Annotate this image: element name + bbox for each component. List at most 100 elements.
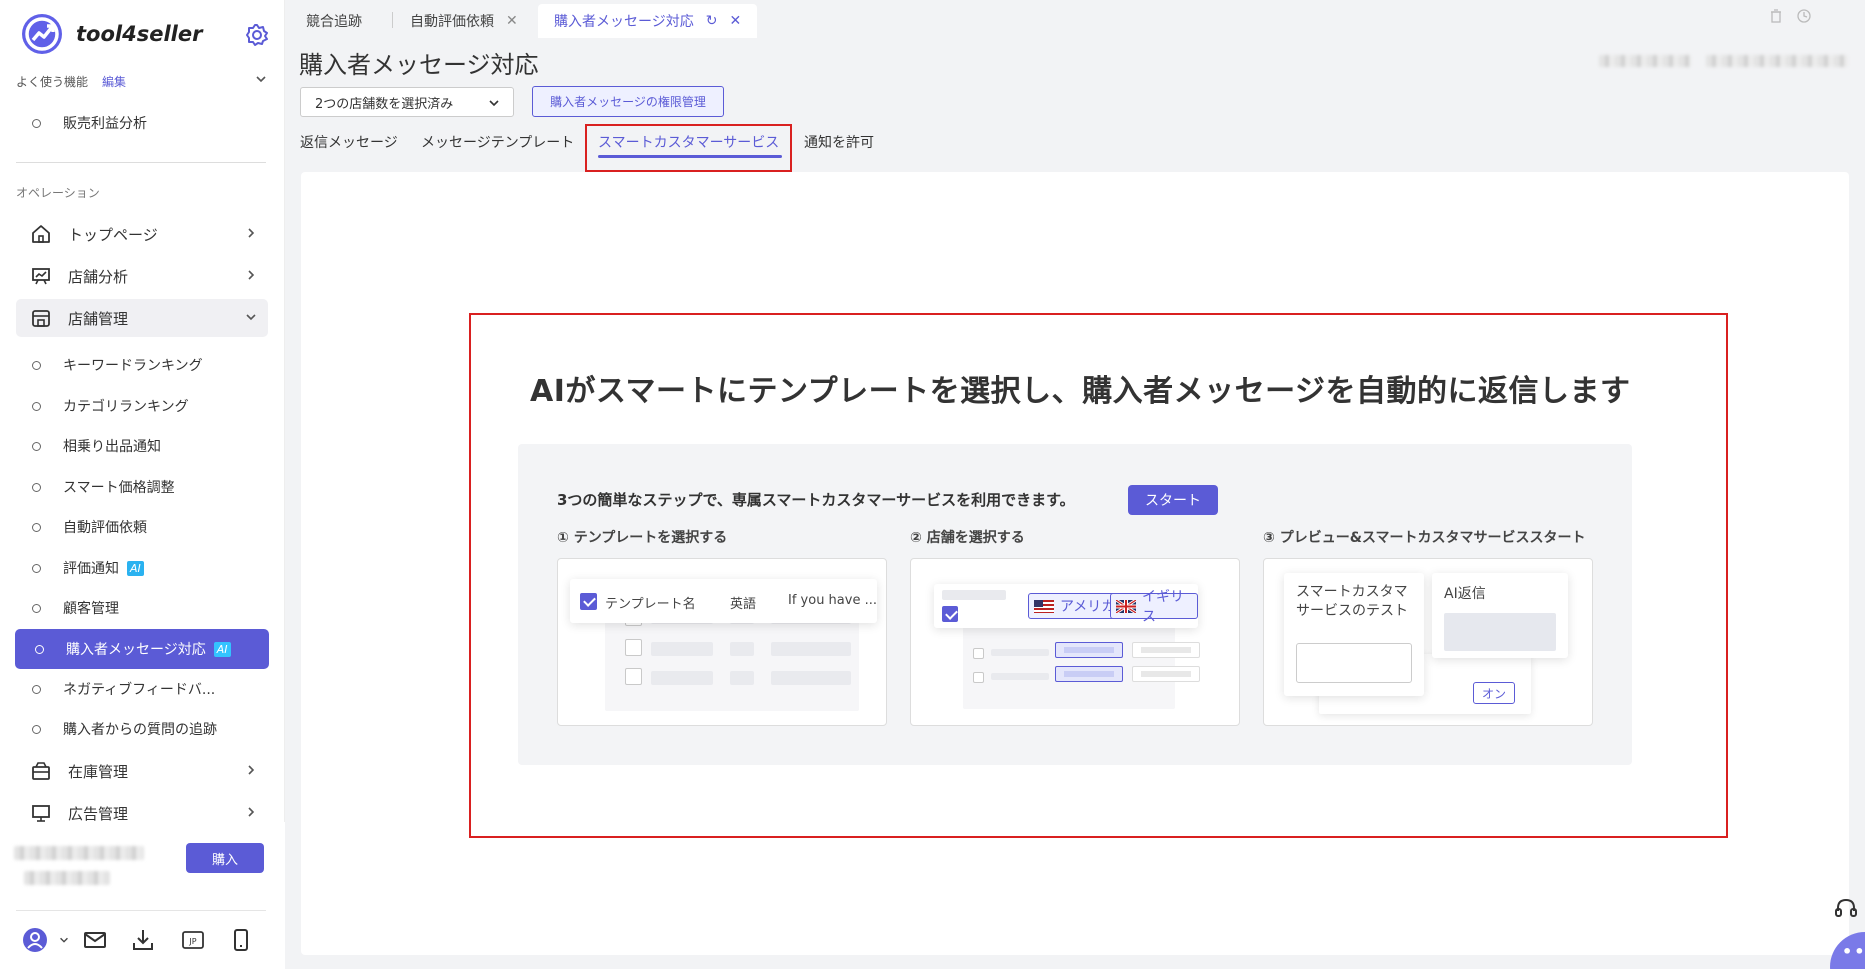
template-text-preview: If you have ...: [788, 593, 877, 608]
tab-buyer-messages[interactable]: 購入者メッセージ対応 ↻ ✕: [538, 4, 758, 38]
store-placeholder-selected: [1055, 666, 1123, 682]
sidebar-item-label: 店舗分析: [68, 267, 129, 286]
permission-management-button[interactable]: 購入者メッセージの権限管理: [532, 86, 724, 117]
sidebar-item-inventory[interactable]: 在庫管理: [16, 752, 268, 790]
clock-icon[interactable]: [1796, 8, 1812, 24]
ai-reply-label: AI返信: [1444, 586, 1486, 602]
favorites-header: よく使う機能 編集: [16, 72, 268, 90]
subtab-allow-notifications[interactable]: 通知を許可: [804, 132, 874, 152]
checkbox: [625, 668, 642, 685]
step-1-illustration: テンプレート名 英語 If you have ...: [557, 558, 887, 726]
checkbox: [973, 672, 984, 683]
uk-flag-icon: [1116, 599, 1136, 613]
favorites-label: よく使う機能: [16, 74, 89, 89]
bullet-icon: [32, 360, 41, 370]
gear-icon[interactable]: [244, 22, 270, 48]
placeholder-bar: [651, 671, 713, 685]
bullet-icon: [32, 118, 41, 128]
sidebar-subitem-auto-review-request[interactable]: 自動評価依頼: [32, 515, 147, 539]
sidebar-subitem-keyword-ranking[interactable]: キーワードランキング: [32, 353, 203, 377]
sidebar-subitem-label: 購入者メッセージ対応: [66, 642, 206, 658]
store-placeholder: [1132, 642, 1200, 658]
sidebar-subitem-buyer-questions[interactable]: 購入者からの質問の追跡: [32, 717, 217, 741]
buy-button[interactable]: 購入: [186, 843, 264, 873]
checkbox: [625, 639, 642, 656]
chevron-down-icon[interactable]: [58, 934, 70, 946]
start-button[interactable]: スタート: [1128, 485, 1218, 515]
sidebar-subitem-hijacker-alert[interactable]: 相乗り出品通知: [32, 434, 161, 458]
store-select-dropdown[interactable]: 2つの店舗数を選択済み: [300, 87, 514, 117]
step-1-label: ① テンプレートを選択する: [557, 530, 728, 546]
sidebar-subitem-customer-management[interactable]: 顧客管理: [32, 596, 119, 620]
checkbox: [973, 648, 984, 659]
step-2-illustration: アメリカ イギリス: [910, 558, 1240, 726]
test-title: スマートカスタマサービスのテスト: [1296, 584, 1408, 619]
mobile-phone-icon[interactable]: [228, 927, 254, 953]
sidebar-subitem-category-ranking[interactable]: カテゴリランキング: [32, 394, 189, 418]
store-uk-label: イギリス: [1142, 589, 1184, 625]
sidebar-subitem-smart-pricing[interactable]: スマート価格調整: [32, 475, 175, 499]
checkbox-checked: [580, 593, 597, 610]
brand-logo-icon: [22, 14, 62, 54]
redacted-user-info: [1706, 55, 1848, 67]
store-placeholder: [1132, 666, 1200, 682]
highlight-box-subtab: [585, 124, 792, 172]
language-header: 英語: [730, 597, 757, 612]
test-input-placeholder: [1296, 643, 1412, 683]
inventory-box-icon: [32, 762, 50, 780]
sidebar-subitem-negative-feedback[interactable]: ネガティブフィードバ...: [32, 677, 215, 701]
steps-intro-text: 3つの簡単なステップで、専属スマートカスタマーサービスを利用できます。: [557, 491, 1075, 509]
bullet-icon: [32, 603, 41, 613]
favorite-item-sales-profit[interactable]: 販売利益分析: [32, 111, 147, 135]
language-jp-icon[interactable]: JP: [180, 927, 206, 953]
chevron-down-icon: [246, 314, 256, 321]
subtab-reply-messages[interactable]: 返信メッセージ: [300, 132, 398, 152]
section-label-operations: オペレーション: [16, 186, 100, 200]
chevron-down-icon[interactable]: [254, 72, 268, 86]
brand[interactable]: tool4seller: [22, 14, 203, 54]
trash-icon[interactable]: [1768, 8, 1784, 24]
placeholder-bar: [730, 642, 754, 656]
checkbox-checked: [942, 606, 958, 622]
sidebar-subitem-label: 評価通知: [63, 561, 119, 577]
refresh-icon[interactable]: ↻: [706, 13, 718, 29]
headset-support-icon[interactable]: [1833, 896, 1859, 922]
tab-auto-review-request[interactable]: 自動評価依頼 ✕: [394, 4, 534, 38]
redacted-account-name: [14, 846, 144, 860]
sidebar-item-home[interactable]: トップページ: [16, 215, 268, 253]
chevron-down-icon: [489, 100, 499, 107]
close-icon[interactable]: ✕: [506, 13, 518, 29]
sidebar-item-store-management[interactable]: 店舗管理: [16, 299, 268, 337]
sidebar-subitem-label: ネガティブフィードバ...: [63, 682, 216, 698]
test-card: スマートカスタマサービスのテスト: [1284, 573, 1424, 696]
user-avatar-icon[interactable]: [22, 927, 48, 953]
ai-badge: AI: [127, 560, 144, 576]
us-flag-icon: [1034, 599, 1054, 613]
tab-competitor-tracking[interactable]: 競合追跡: [290, 4, 378, 38]
favorites-edit-link[interactable]: 編集: [102, 73, 126, 90]
mail-icon[interactable]: [82, 927, 108, 953]
sidebar-item-store-analysis[interactable]: 店舗分析: [16, 257, 268, 295]
placeholder-bar: [651, 642, 713, 656]
ai-badge: AI: [213, 641, 231, 657]
bullet-icon: [32, 401, 41, 411]
ai-reply-placeholder: [1444, 613, 1556, 651]
download-icon[interactable]: [130, 927, 156, 953]
placeholder-bar: [991, 673, 1049, 680]
sidebar-subitem-label: カテゴリランキング: [63, 399, 189, 415]
sidebar-subitem-review-alert[interactable]: 評価通知 AI: [32, 556, 144, 580]
bullet-icon: [32, 724, 41, 734]
close-icon[interactable]: ✕: [729, 13, 741, 29]
store-row-selected: アメリカ イギリス: [934, 584, 1198, 628]
subtab-message-templates[interactable]: メッセージテンプレート: [421, 132, 574, 152]
chevron-right-icon: [248, 807, 255, 817]
chart-board-icon: [32, 268, 50, 285]
placeholder-bar: [771, 671, 851, 685]
placeholder-bar: [991, 649, 1049, 656]
brand-name: tool4seller: [76, 22, 203, 46]
sidebar-subitem-buyer-messages[interactable]: 購入者メッセージ対応 AI: [15, 629, 269, 669]
sidebar-item-label: 店舗管理: [68, 309, 129, 328]
home-icon: [32, 225, 50, 243]
bullet-icon: [32, 684, 41, 694]
template-name-header: テンプレート名: [605, 597, 696, 612]
